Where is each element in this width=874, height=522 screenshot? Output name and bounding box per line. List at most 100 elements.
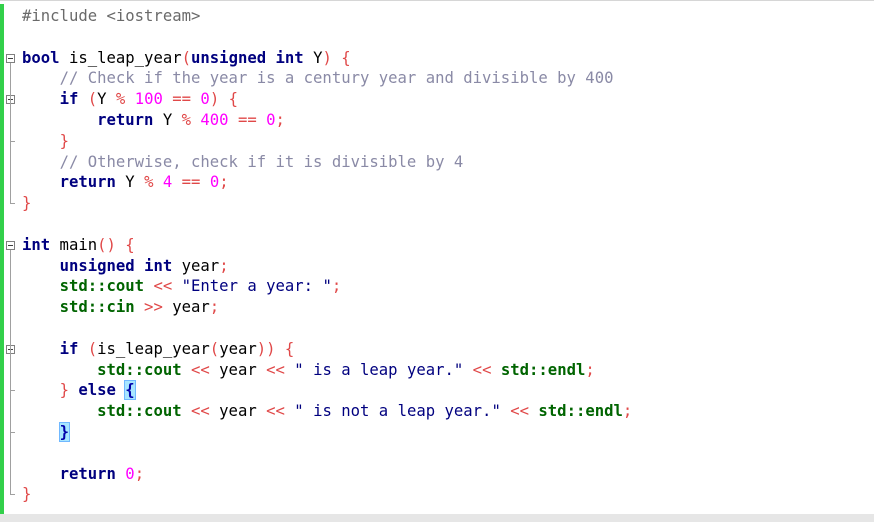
code-token: ;	[209, 298, 220, 317]
code-line[interactable]: int main() {	[22, 235, 135, 256]
fold-toggle-icon[interactable]	[6, 53, 15, 63]
code-token: Y	[97, 90, 116, 109]
code-token: %	[181, 111, 201, 129]
code-line[interactable]: #include <iostream>	[22, 6, 200, 27]
code-token: ) {	[322, 48, 351, 67]
code-token: if	[59, 90, 79, 109]
code-token: // Otherwise, check if it is divisible b…	[59, 152, 464, 171]
code-line[interactable]: bool is_leap_year(unsigned int Y) {	[22, 48, 351, 69]
code-token: ;	[219, 173, 229, 192]
code-line[interactable]: return Y % 4 == 0;	[22, 172, 229, 193]
code-line[interactable]: return 0;	[22, 464, 145, 485]
code-token: std::cout	[59, 277, 145, 296]
code-token: (	[209, 339, 220, 358]
code-line[interactable]: }	[22, 422, 70, 443]
code-line[interactable]: std::cout << year << " is a leap year." …	[22, 360, 595, 381]
code-token: <<	[181, 402, 220, 421]
code-token: (	[78, 339, 98, 358]
code-token: () {	[97, 235, 135, 254]
code-token: ;	[585, 360, 595, 379]
code-token: }	[22, 485, 32, 504]
code-line[interactable]: }	[22, 193, 31, 214]
code-token: 100	[134, 90, 163, 109]
code-editor[interactable]: #include <iostream> bool is_leap_year(uns…	[0, 0, 874, 522]
fold-end-marker	[10, 203, 15, 205]
code-token: int	[22, 235, 51, 254]
code-token: return	[59, 173, 116, 192]
fold-end-marker	[10, 432, 15, 433]
code-line[interactable]: // Otherwise, check if it is divisible b…	[22, 152, 464, 173]
code-token: #include <iostream>	[22, 7, 201, 25]
code-token: Y	[153, 111, 182, 129]
fold-end-marker	[10, 140, 15, 142]
code-line[interactable]: std::cout << year << " is not a leap yea…	[22, 401, 632, 422]
code-line[interactable]: if (is_leap_year(year)) {	[22, 339, 295, 360]
code-line[interactable]: std::cout << "Enter a year: ";	[22, 276, 342, 297]
code-line[interactable]: // Check if the year is a century year a…	[22, 68, 614, 89]
matched-brace: }	[58, 422, 70, 442]
code-token: 0	[125, 464, 135, 483]
code-line[interactable]: std::cin >> year;	[22, 297, 220, 318]
code-token: is_leap_year	[97, 339, 210, 358]
fold-guide-line	[10, 62, 11, 205]
code-token: >>	[134, 298, 173, 317]
code-token: Y	[115, 173, 145, 192]
code-token: <<	[144, 277, 182, 296]
editor-top-border	[0, 0, 874, 1]
code-token: year	[172, 298, 210, 317]
code-token: year	[219, 402, 257, 421]
fold-end-marker	[10, 390, 15, 392]
code-line[interactable]: if (Y % 100 == 0) {	[22, 89, 238, 110]
code-token: ;	[275, 111, 285, 129]
horizontal-scrollbar[interactable]	[0, 514, 874, 522]
code-token: %	[144, 173, 163, 192]
code-token: // Check if the year is a century year a…	[59, 69, 614, 88]
code-line[interactable]: } else {	[22, 380, 136, 401]
code-token: int	[275, 48, 304, 67]
code-token: (	[78, 90, 98, 109]
code-token: ==	[228, 111, 267, 129]
code-line[interactable]: }	[22, 131, 69, 152]
code-token: }	[22, 194, 32, 213]
fold-guide-line	[10, 249, 11, 496]
code-token: year	[219, 339, 257, 358]
code-token: is_leap_year	[59, 48, 182, 67]
fold-toggle-icon[interactable]	[6, 240, 15, 250]
code-token: 0	[209, 173, 220, 192]
fold-margin[interactable]	[4, 4, 18, 514]
code-token: <<	[181, 360, 220, 379]
code-token: int	[144, 256, 173, 275]
code-token: 0	[266, 111, 276, 129]
code-token: <<	[463, 360, 501, 379]
code-token: <<	[256, 360, 295, 379]
code-token: if	[59, 339, 79, 358]
code-token: <<	[256, 402, 295, 421]
code-token: ==	[172, 173, 210, 192]
code-line[interactable]: return Y % 400 == 0;	[22, 110, 285, 131]
code-token: ;	[219, 256, 229, 275]
code-line[interactable]: }	[22, 484, 31, 505]
code-line[interactable]: unsigned int year;	[22, 256, 229, 277]
matched-brace: {	[124, 380, 136, 401]
code-token: " is a leap year."	[294, 360, 464, 379]
code-token: 4	[162, 173, 173, 192]
code-token: }	[59, 381, 79, 400]
code-token: Y	[303, 48, 323, 67]
code-token: std::cout	[97, 360, 182, 379]
code-token: ;	[134, 464, 145, 483]
code-token: ;	[331, 277, 342, 296]
